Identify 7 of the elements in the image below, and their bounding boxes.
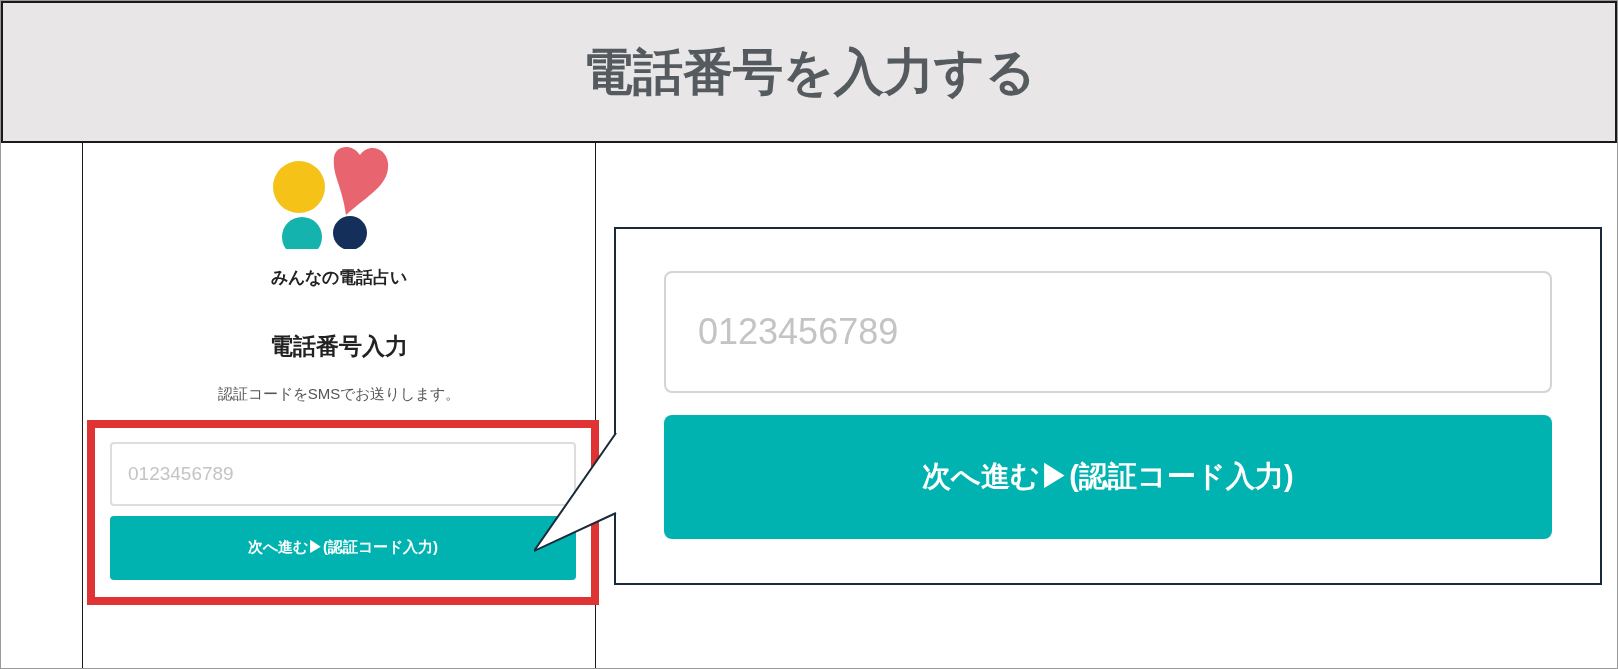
phone-input-field[interactable]: 0123456789 [664, 271, 1552, 393]
page-heading: 電話番号入力 [270, 331, 408, 361]
next-button[interactable]: 次へ進む▶(認証コード入力) [110, 515, 576, 580]
description-text: 認証コードをSMSでお送りします。 [217, 384, 461, 404]
app-name: みんなの電話占い [271, 267, 407, 289]
banner-title: 電話番号を入力する [582, 42, 1036, 102]
next-button[interactable]: 次へ進む▶(認証コード入力) [664, 415, 1552, 539]
